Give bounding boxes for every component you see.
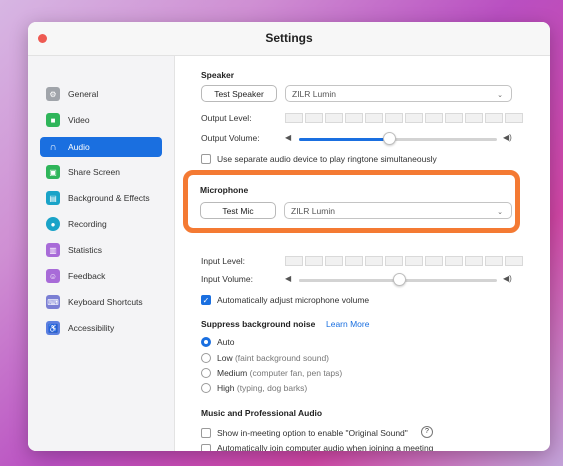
test-mic-button[interactable]: Test Mic [200, 202, 276, 219]
noise-low-label: Low (faint background sound) [217, 353, 329, 363]
volume-high-icon: ◀) [503, 133, 512, 142]
sidebar-item-label: Audio [68, 142, 90, 152]
microphone-device-value: ZILR Lumin [291, 205, 335, 216]
speaker-device-select[interactable]: ZILR Lumin ⌄ [285, 85, 512, 102]
settings-window: Settings ⚙ General ■ Video ∩ Audio ▣ Sha… [28, 22, 550, 451]
volume-low-icon: ◀ [285, 274, 292, 283]
microphone-device-select[interactable]: ZILR Lumin ⌄ [284, 202, 512, 219]
sidebar-item-label: Video [68, 115, 90, 125]
separate-device-label: Use separate audio device to play ringto… [217, 154, 437, 164]
output-level-label: Output Level: [201, 113, 252, 123]
sidebar-item-label: Recording [68, 219, 107, 229]
sidebar-item-label: Keyboard Shortcuts [68, 297, 143, 307]
sidebar-item-recording[interactable]: ● Recording [40, 214, 162, 234]
speaker-device-value: ZILR Lumin [292, 88, 336, 99]
sidebar-item-video[interactable]: ■ Video [40, 110, 162, 130]
auto-adjust-checkbox[interactable]: ✓ [201, 295, 211, 305]
sidebar: ⚙ General ■ Video ∩ Audio ▣ Share Screen… [28, 56, 175, 451]
sidebar-item-share-screen[interactable]: ▣ Share Screen [40, 162, 162, 182]
sidebar-item-background-effects[interactable]: ▤ Background & Effects [40, 188, 162, 208]
gear-icon: ⚙ [46, 87, 60, 101]
sidebar-item-label: Share Screen [68, 167, 120, 177]
chevron-down-icon: ⌄ [497, 92, 503, 99]
recording-icon: ● [46, 217, 60, 231]
sidebar-item-statistics[interactable]: ▥ Statistics [40, 240, 162, 260]
accessibility-icon: ♿ [46, 321, 60, 335]
feedback-icon: ☺ [46, 269, 60, 283]
sidebar-item-label: Statistics [68, 245, 103, 255]
noise-auto-radio[interactable] [201, 337, 211, 347]
output-volume-fill [299, 138, 389, 141]
audio-settings-panel: Speaker Test Speaker ZILR Lumin ⌄ Output… [175, 56, 550, 451]
output-volume-label: Output Volume: [201, 133, 260, 143]
title-bar: Settings [28, 22, 550, 56]
sidebar-item-label: General [68, 89, 99, 99]
volume-low-icon: ◀ [285, 133, 292, 142]
test-speaker-button[interactable]: Test Speaker [201, 85, 277, 102]
sidebar-item-label: Feedback [68, 271, 106, 281]
noise-auto-label: Auto [217, 337, 235, 347]
noise-medium-radio[interactable] [201, 368, 211, 378]
noise-high-label: High (typing, dog barks) [217, 383, 308, 393]
noise-high-radio[interactable] [201, 383, 211, 393]
sidebar-item-general[interactable]: ⚙ General [40, 84, 162, 104]
auto-adjust-label: Automatically adjust microphone volume [217, 295, 370, 305]
share-screen-icon: ▣ [46, 165, 60, 179]
output-volume-knob[interactable] [382, 132, 396, 145]
separate-device-checkbox[interactable] [201, 154, 211, 164]
volume-high-icon: ◀) [503, 274, 512, 283]
original-sound-checkbox[interactable] [201, 428, 211, 438]
output-volume-slider[interactable] [299, 138, 497, 141]
headphones-icon: ∩ [49, 141, 57, 153]
sidebar-item-label: Background & Effects [68, 193, 150, 203]
input-volume-knob[interactable] [392, 273, 406, 286]
auto-join-checkbox[interactable] [201, 444, 211, 451]
microphone-highlight-box: Microphone Test Mic ZILR Lumin ⌄ [183, 170, 520, 233]
input-volume-label: Input Volume: [201, 274, 253, 284]
sidebar-item-audio[interactable]: ∩ Audio [40, 137, 162, 157]
sidebar-item-feedback[interactable]: ☺ Feedback [40, 266, 162, 286]
window-title: Settings [265, 31, 313, 45]
suppress-noise-heading: Suppress background noise [201, 319, 316, 329]
sidebar-item-label: Accessibility [68, 323, 115, 333]
original-sound-label: Show in-meeting option to enable "Origin… [217, 428, 408, 438]
microphone-heading: Microphone [200, 185, 249, 195]
help-icon[interactable]: ? [421, 426, 433, 438]
output-level-meter [285, 113, 523, 123]
chevron-down-icon: ⌄ [497, 209, 503, 216]
sidebar-item-accessibility[interactable]: ♿ Accessibility [40, 318, 162, 338]
statistics-icon: ▥ [46, 243, 60, 257]
noise-medium-label: Medium (computer fan, pen taps) [217, 368, 343, 378]
keyboard-icon: ⌨ [46, 295, 60, 309]
sidebar-item-keyboard-shortcuts[interactable]: ⌨ Keyboard Shortcuts [40, 292, 162, 312]
background-icon: ▤ [46, 191, 60, 205]
input-volume-fill [299, 279, 398, 282]
noise-low-radio[interactable] [201, 353, 211, 363]
music-audio-heading: Music and Professional Audio [201, 408, 323, 418]
input-level-meter [285, 256, 523, 266]
input-level-label: Input Level: [201, 256, 245, 266]
auto-join-label: Automatically join computer audio when j… [217, 443, 434, 451]
speaker-heading: Speaker [201, 70, 235, 80]
video-camera-icon: ■ [46, 113, 60, 127]
learn-more-link[interactable]: Learn More [326, 319, 369, 329]
